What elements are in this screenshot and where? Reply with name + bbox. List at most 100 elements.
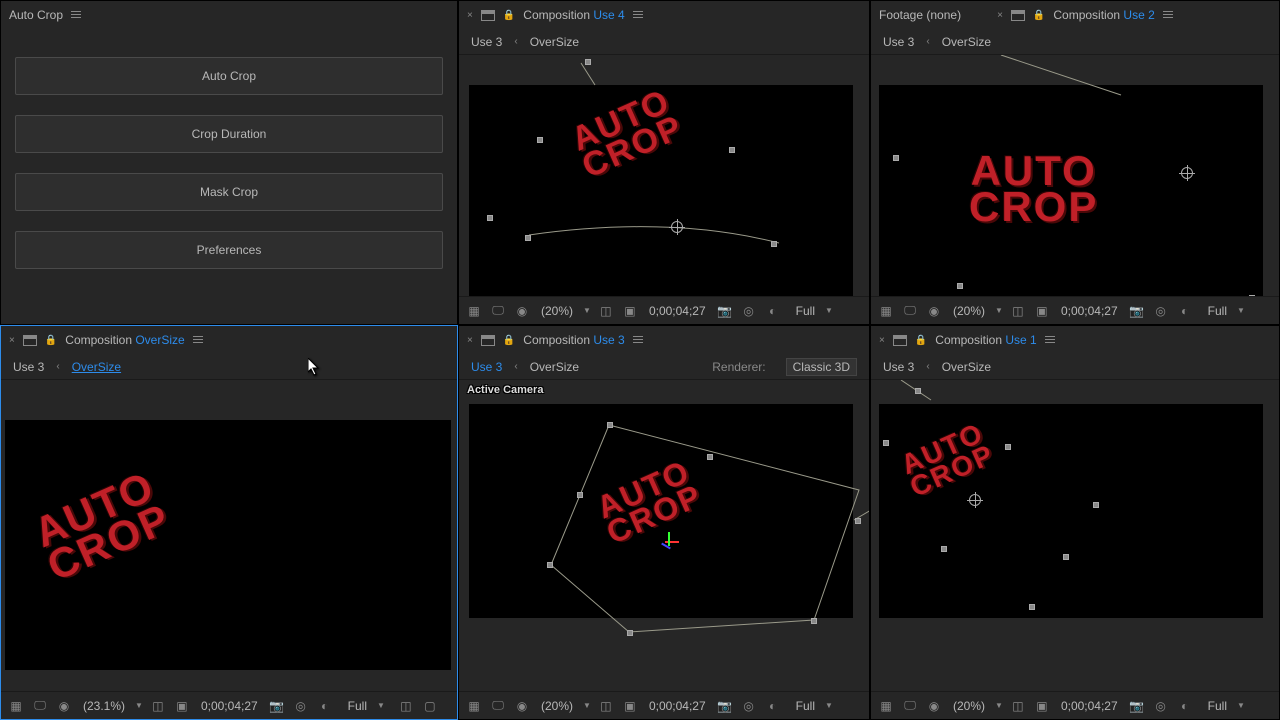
grid-icon[interactable]: ▦ — [465, 697, 483, 715]
region-icon[interactable]: ◫ — [1009, 697, 1027, 715]
layout-icon[interactable]: ◫ — [397, 697, 415, 715]
lock-icon[interactable]: 🔒 — [1033, 10, 1045, 21]
crumb-use3[interactable]: Use 3 — [883, 35, 914, 49]
timecode[interactable]: 0;00;04;27 — [645, 304, 710, 318]
region-icon[interactable]: ◫ — [597, 302, 615, 320]
lock-icon[interactable]: 🔒 — [503, 10, 515, 21]
chevron-down-icon[interactable]: ▼ — [377, 701, 385, 710]
close-icon[interactable]: × — [879, 335, 885, 346]
hamburger-icon[interactable] — [1163, 11, 1173, 19]
resolution[interactable]: Full — [792, 304, 819, 318]
grid-icon[interactable]: ▦ — [7, 697, 25, 715]
crumb-use3[interactable]: Use 3 — [883, 360, 914, 374]
channels-icon[interactable]: ◐ — [1176, 302, 1194, 320]
camera-icon[interactable]: 📷 — [716, 697, 734, 715]
timecode[interactable]: 0;00;04;27 — [645, 699, 710, 713]
crumb-use3[interactable]: Use 3 — [13, 360, 44, 374]
chevron-down-icon[interactable]: ▼ — [1237, 306, 1245, 315]
resolution[interactable]: Full — [1204, 699, 1231, 713]
zoom-value[interactable]: (20%) — [949, 699, 989, 713]
chevron-down-icon[interactable]: ▼ — [995, 306, 1003, 315]
timecode[interactable]: 0;00;04;27 — [1057, 304, 1122, 318]
region-icon[interactable]: ◫ — [149, 697, 167, 715]
monitor-icon[interactable]: 🖵 — [901, 697, 919, 715]
zoom-value[interactable]: (20%) — [537, 304, 577, 318]
monitor-icon[interactable]: 🖵 — [31, 697, 49, 715]
lock-icon[interactable]: 🔒 — [503, 335, 515, 346]
viewport-oversize[interactable]: AUTOCROP — [1, 380, 457, 691]
resolution[interactable]: Full — [344, 699, 371, 713]
transparency-icon[interactable]: ▣ — [1033, 302, 1051, 320]
monitor-icon[interactable]: 🖵 — [489, 302, 507, 320]
viewport-use1[interactable]: AUTOCROP — [871, 380, 1279, 691]
camera-icon[interactable]: 📷 — [1128, 302, 1146, 320]
viewport-use4[interactable]: AUTOCROP — [459, 55, 869, 296]
transparency-icon[interactable]: ▣ — [621, 302, 639, 320]
crumb-use3[interactable]: Use 3 — [471, 35, 502, 49]
close-icon[interactable]: × — [467, 335, 473, 346]
hamburger-icon[interactable] — [633, 11, 643, 19]
chevron-down-icon[interactable]: ▼ — [1237, 701, 1245, 710]
resolution[interactable]: Full — [792, 699, 819, 713]
crumb-oversize[interactable]: OverSize — [72, 360, 121, 374]
transparency-icon[interactable]: ▣ — [173, 697, 191, 715]
close-icon[interactable]: × — [467, 10, 473, 21]
chevron-down-icon[interactable]: ▼ — [825, 306, 833, 315]
zoom-value[interactable]: (20%) — [949, 304, 989, 318]
monitor-icon[interactable]: 🖵 — [489, 697, 507, 715]
chevron-left-icon[interactable]: ‹ — [56, 361, 59, 372]
snapshot-icon[interactable]: ◎ — [1152, 697, 1170, 715]
hamburger-icon[interactable] — [193, 336, 203, 344]
axis-gizmo[interactable] — [659, 532, 679, 552]
resolution[interactable]: Full — [1204, 304, 1231, 318]
region-icon[interactable]: ◫ — [597, 697, 615, 715]
zoom-value[interactable]: (23.1%) — [79, 699, 129, 713]
viewport-use3[interactable]: Active Camera AUTOCROP — [459, 380, 869, 691]
transparency-icon[interactable]: ▣ — [1033, 697, 1051, 715]
chevron-down-icon[interactable]: ▼ — [583, 306, 591, 315]
chevron-left-icon[interactable]: ‹ — [926, 361, 929, 372]
layout2-icon[interactable]: ▢ — [421, 697, 439, 715]
goggles-icon[interactable]: ◉ — [55, 697, 73, 715]
lock-icon[interactable]: 🔒 — [915, 335, 927, 346]
crumb-oversize[interactable]: OverSize — [530, 35, 579, 49]
lock-icon[interactable]: 🔒 — [45, 335, 57, 346]
chevron-left-icon[interactable]: ‹ — [514, 36, 517, 47]
hamburger-icon[interactable] — [633, 336, 643, 344]
goggles-icon[interactable]: ◉ — [925, 302, 943, 320]
close-icon[interactable]: × — [997, 10, 1003, 21]
chevron-down-icon[interactable]: ▼ — [825, 701, 833, 710]
channels-icon[interactable]: ◐ — [764, 697, 782, 715]
chevron-down-icon[interactable]: ▼ — [995, 701, 1003, 710]
zoom-value[interactable]: (20%) — [537, 699, 577, 713]
hamburger-icon[interactable] — [71, 11, 81, 19]
channels-icon[interactable]: ◐ — [764, 302, 782, 320]
close-icon[interactable]: × — [9, 335, 15, 346]
grid-icon[interactable]: ▦ — [877, 302, 895, 320]
footage-tab[interactable]: Footage (none) — [879, 8, 961, 22]
crop-duration-button[interactable]: Crop Duration — [15, 115, 443, 153]
channels-icon[interactable]: ◐ — [1176, 697, 1194, 715]
goggles-icon[interactable]: ◉ — [513, 302, 531, 320]
monitor-icon[interactable]: 🖵 — [901, 302, 919, 320]
crumb-oversize[interactable]: OverSize — [530, 360, 579, 374]
hamburger-icon[interactable] — [1045, 336, 1055, 344]
grid-icon[interactable]: ▦ — [465, 302, 483, 320]
preferences-button[interactable]: Preferences — [15, 231, 443, 269]
region-icon[interactable]: ◫ — [1009, 302, 1027, 320]
camera-icon[interactable]: 📷 — [1128, 697, 1146, 715]
channels-icon[interactable]: ◐ — [316, 697, 334, 715]
goggles-icon[interactable]: ◉ — [513, 697, 531, 715]
grid-icon[interactable]: ▦ — [877, 697, 895, 715]
camera-icon[interactable]: 📷 — [268, 697, 286, 715]
mask-crop-button[interactable]: Mask Crop — [15, 173, 443, 211]
chevron-left-icon[interactable]: ‹ — [514, 361, 517, 372]
goggles-icon[interactable]: ◉ — [925, 697, 943, 715]
crumb-use3[interactable]: Use 3 — [471, 360, 502, 374]
timecode[interactable]: 0;00;04;27 — [197, 699, 262, 713]
transparency-icon[interactable]: ▣ — [621, 697, 639, 715]
snapshot-icon[interactable]: ◎ — [740, 697, 758, 715]
snapshot-icon[interactable]: ◎ — [292, 697, 310, 715]
viewport-use2[interactable]: AUTOCROP — [871, 55, 1279, 296]
snapshot-icon[interactable]: ◎ — [1152, 302, 1170, 320]
